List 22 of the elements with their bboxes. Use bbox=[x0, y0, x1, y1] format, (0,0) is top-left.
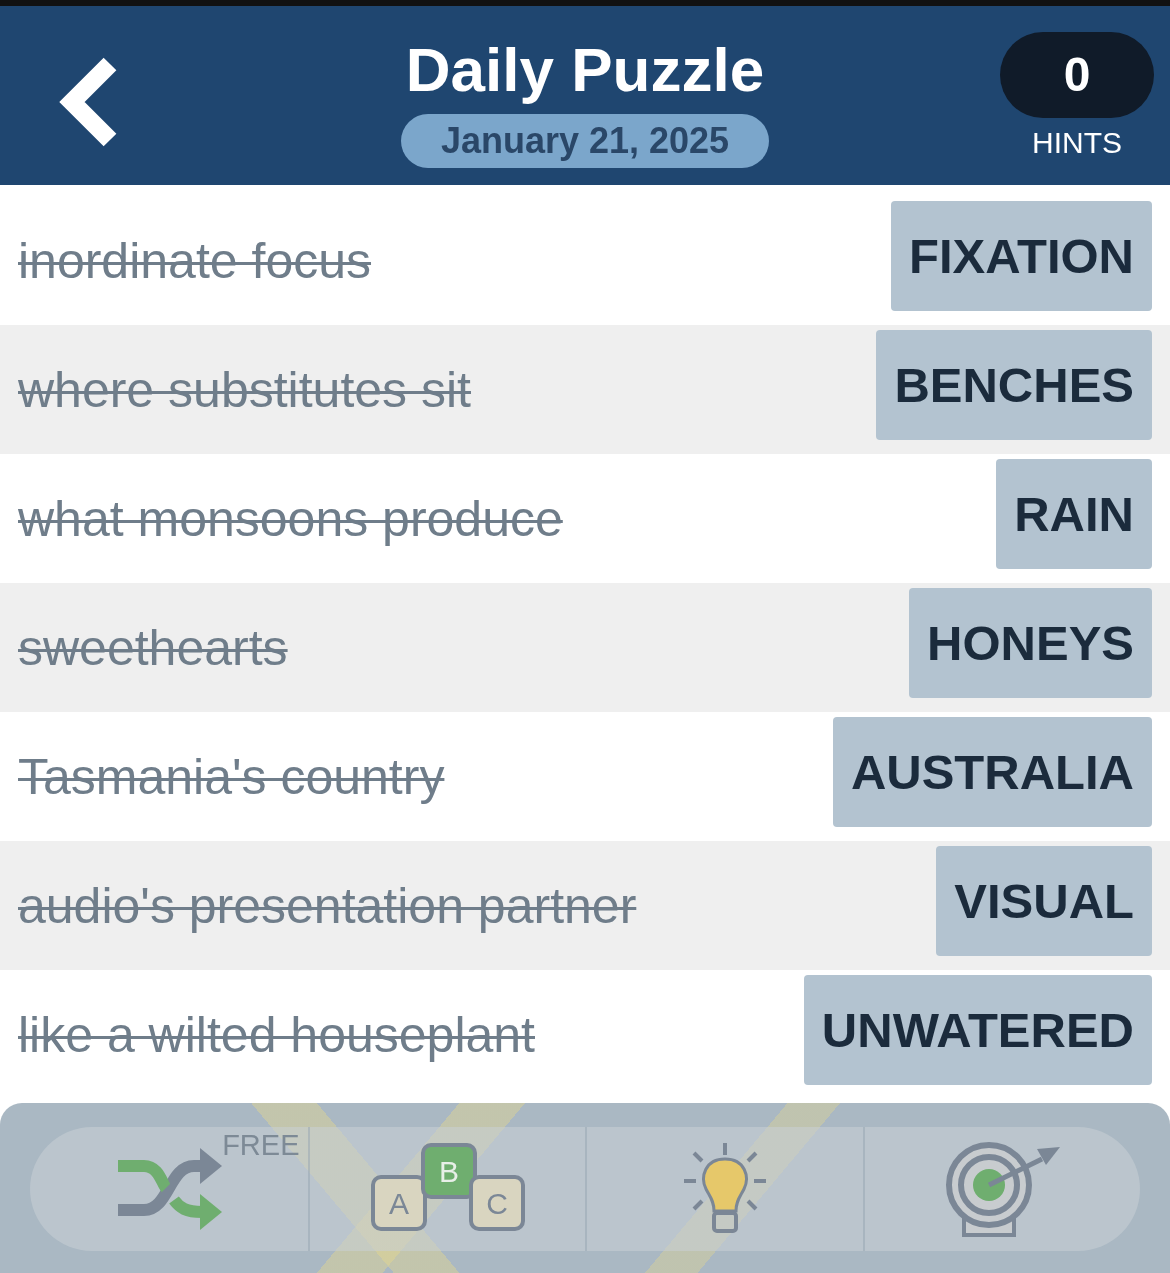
answer-tile[interactable]: UNWATERED bbox=[803, 974, 1152, 1085]
clue-text: inordinate focus bbox=[18, 231, 371, 290]
date-badge: January 21, 2025 bbox=[400, 114, 770, 168]
clue-text: Tasmania's country bbox=[18, 747, 445, 806]
answer-tile[interactable]: HONEYS bbox=[909, 587, 1152, 698]
clue-text: sweethearts bbox=[18, 618, 288, 677]
page-title: Daily Puzzle bbox=[405, 34, 765, 106]
free-label: FREE bbox=[222, 1129, 300, 1162]
clue-text: like a wilted houseplant bbox=[18, 1005, 535, 1064]
clue-text: audio's presentation partner bbox=[18, 876, 637, 935]
clue-text: where substitutes sit bbox=[18, 360, 471, 419]
answer-tile[interactable]: FIXATION bbox=[890, 200, 1152, 311]
block-letter: C bbox=[486, 1187, 509, 1220]
answer-tile[interactable]: VISUAL bbox=[936, 845, 1152, 956]
hints-count[interactable]: 0 bbox=[1000, 32, 1154, 118]
hints-label: HINTS bbox=[1032, 126, 1122, 160]
clue-text: what monsoons produce bbox=[18, 489, 563, 548]
answer-tile[interactable]: BENCHES bbox=[876, 329, 1152, 440]
block-letter: A bbox=[389, 1187, 410, 1220]
answer-tile[interactable]: RAIN bbox=[996, 458, 1152, 569]
answer-tile[interactable]: AUSTRALIA bbox=[832, 716, 1152, 827]
block-letter: B bbox=[439, 1155, 460, 1188]
